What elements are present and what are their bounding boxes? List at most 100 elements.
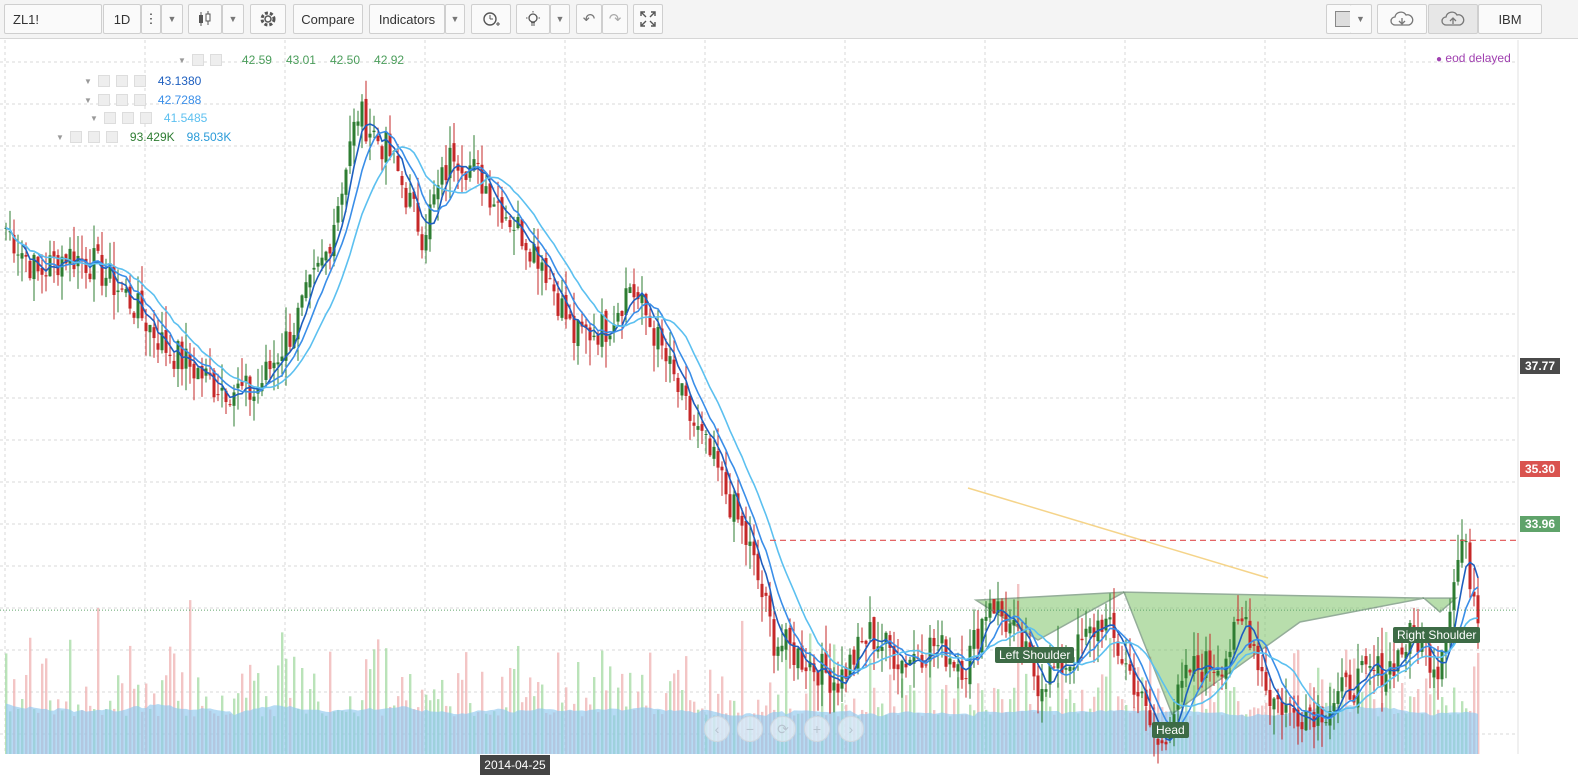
candle-body xyxy=(52,251,56,257)
candle-body xyxy=(700,424,704,431)
settings-icon[interactable] xyxy=(115,75,128,87)
candle-body xyxy=(616,312,620,322)
candle-body xyxy=(828,668,832,693)
candle-body xyxy=(1220,674,1224,677)
legend-volume-row: ▼ 93.429K 98.503K xyxy=(56,130,231,144)
chevron-down-icon[interactable]: ▼ xyxy=(84,77,92,86)
indicators-button[interactable]: Indicators xyxy=(369,4,445,34)
candle-body xyxy=(320,257,324,266)
visibility-icon[interactable] xyxy=(97,75,110,87)
candle-body xyxy=(1436,666,1440,680)
compare-button[interactable]: Compare xyxy=(293,4,363,34)
candle-body xyxy=(796,648,800,669)
candle-body xyxy=(1372,669,1376,671)
indicators-dropdown[interactable]: ▼ xyxy=(445,4,465,34)
close-icon[interactable] xyxy=(105,131,118,143)
candle-body xyxy=(192,363,196,379)
chevron-down-icon[interactable]: ▼ xyxy=(90,114,98,123)
candle-body xyxy=(1236,619,1240,621)
interval-dropdown[interactable]: ▼ xyxy=(161,4,183,34)
candle-body xyxy=(672,359,676,375)
chevron-down-icon[interactable]: ▼ xyxy=(84,96,92,105)
candle-body xyxy=(1324,722,1328,724)
reset-view-button[interactable]: ⟳ xyxy=(770,716,796,742)
candle-body xyxy=(228,404,232,406)
load-chart-button[interactable] xyxy=(1377,4,1427,34)
candle-body xyxy=(1044,689,1048,692)
legend-close: 42.92 xyxy=(374,53,405,67)
candle-body xyxy=(1040,688,1044,702)
compare-label: Compare xyxy=(301,11,355,27)
close-icon[interactable] xyxy=(133,75,146,87)
candle-body xyxy=(676,377,680,393)
ideas-button[interactable] xyxy=(516,4,550,34)
candle-body xyxy=(688,396,692,421)
zoom-in-button[interactable]: + xyxy=(804,716,830,742)
settings-icon[interactable] xyxy=(87,131,100,143)
price-chart[interactable] xyxy=(0,40,1578,782)
candle-body xyxy=(1336,691,1340,704)
candle-body xyxy=(840,669,844,689)
candle-body xyxy=(28,260,32,279)
annotation-left-shoulder[interactable]: Left Shoulder xyxy=(995,647,1075,663)
candle-body xyxy=(872,617,876,650)
settings-icon[interactable] xyxy=(121,112,134,124)
account-button[interactable]: IBM xyxy=(1478,4,1542,34)
symbol-input[interactable]: ZL1! xyxy=(4,4,102,34)
legend-ma1-row: ▼ 43.1380 xyxy=(84,74,201,88)
fullscreen-button[interactable] xyxy=(633,4,663,34)
visibility-icon[interactable] xyxy=(69,131,82,143)
chart-style-dropdown[interactable]: ▼ xyxy=(222,4,244,34)
settings-icon[interactable] xyxy=(115,94,128,106)
settings-icon[interactable] xyxy=(209,54,222,66)
chevron-down-icon[interactable]: ▼ xyxy=(56,133,64,142)
candle-body xyxy=(1460,539,1464,563)
redo-button[interactable]: ↷ xyxy=(602,4,628,34)
candle-body xyxy=(1084,628,1088,637)
candle-body xyxy=(148,324,152,333)
close-icon[interactable] xyxy=(133,94,146,106)
annotation-right-shoulder[interactable]: Right Shoulder xyxy=(1393,627,1481,643)
ideas-dropdown[interactable]: ▼ xyxy=(550,4,570,34)
alert-button[interactable] xyxy=(471,4,511,34)
visibility-icon[interactable] xyxy=(97,94,110,106)
visibility-icon[interactable] xyxy=(191,54,204,66)
candle-body xyxy=(760,583,764,598)
candle-body xyxy=(540,262,544,271)
scroll-right-button[interactable]: › xyxy=(838,716,864,742)
candle-body xyxy=(948,658,952,665)
close-icon[interactable] xyxy=(139,112,152,124)
zoom-out-button[interactable]: − xyxy=(737,716,763,742)
candle-body xyxy=(116,290,120,293)
candle-body xyxy=(1104,618,1108,631)
candle-body xyxy=(32,254,36,280)
candle-body xyxy=(1140,691,1144,694)
candle-body xyxy=(780,645,784,652)
interval-more-button[interactable]: ⋮ xyxy=(141,4,161,34)
candle-body xyxy=(1356,668,1360,708)
candle-body xyxy=(492,204,496,207)
scroll-left-button[interactable]: ‹ xyxy=(704,716,730,742)
candle-body xyxy=(1232,621,1236,650)
interval-button[interactable]: 1D xyxy=(103,4,141,34)
undo-button[interactable]: ↶ xyxy=(576,4,602,34)
annotation-head[interactable]: Head xyxy=(1152,722,1189,738)
candle-body xyxy=(1164,741,1168,745)
candle-body xyxy=(1228,651,1232,658)
chevron-down-icon[interactable]: ▼ xyxy=(178,56,186,65)
settings-button[interactable] xyxy=(250,4,286,34)
legend-volume-value: 93.429K xyxy=(129,130,175,144)
candle-body xyxy=(156,343,160,350)
chart-style-button[interactable] xyxy=(188,4,222,34)
trend-line xyxy=(967,487,1269,579)
color-picker-dropdown[interactable]: ▼ xyxy=(1350,4,1372,34)
candle-body xyxy=(1252,644,1256,646)
save-chart-button[interactable] xyxy=(1428,4,1478,34)
candle-body xyxy=(1456,559,1460,582)
visibility-icon[interactable] xyxy=(103,112,116,124)
candle-body xyxy=(592,335,596,338)
chart-grid xyxy=(0,40,1519,754)
candle-body xyxy=(100,254,104,286)
candle-body xyxy=(1216,670,1220,676)
candle-body xyxy=(1308,707,1312,712)
